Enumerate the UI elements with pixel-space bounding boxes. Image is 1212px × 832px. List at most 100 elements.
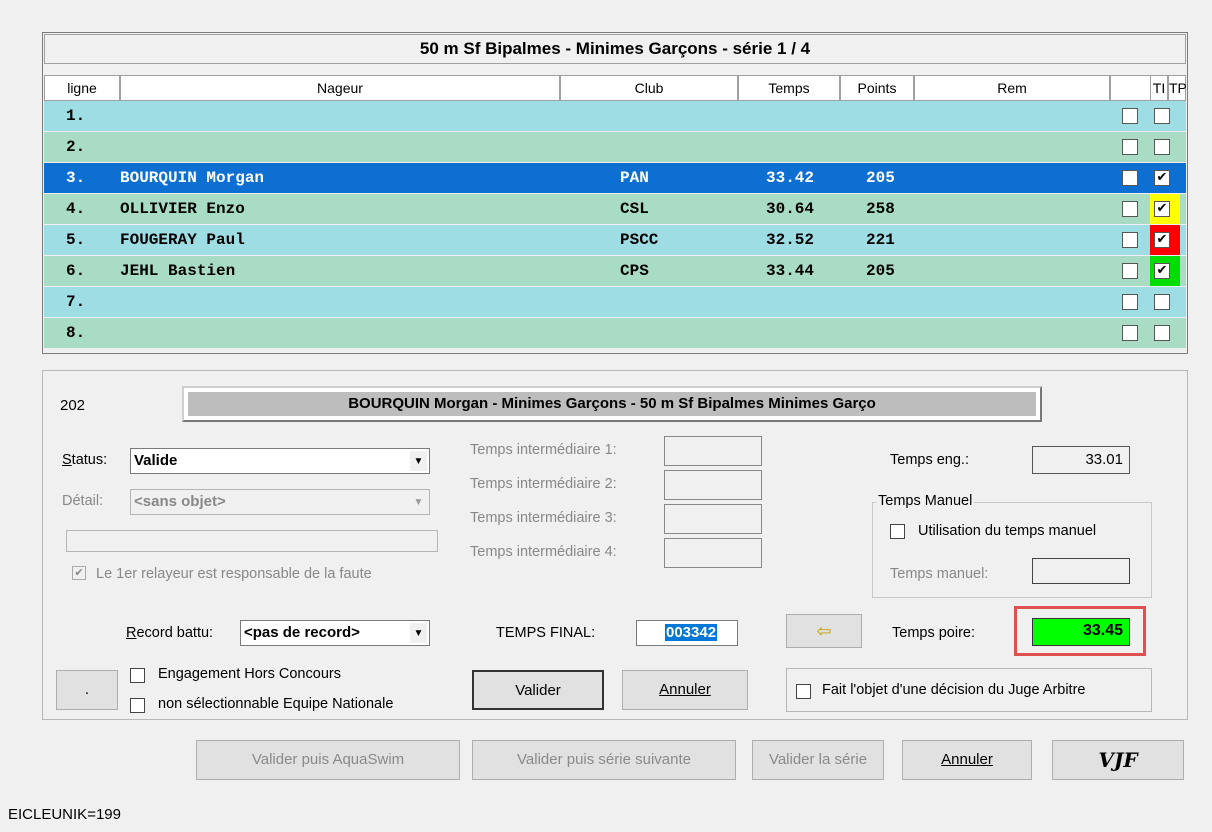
tp-checkbox[interactable] <box>1154 139 1170 155</box>
relayeur-checkbox[interactable]: ✔ <box>72 566 86 580</box>
header-rem[interactable]: Rem <box>914 75 1110 101</box>
table-row[interactable]: 8. <box>44 318 1186 348</box>
ti1-label: Temps intermédiaire 1: <box>470 442 617 458</box>
header-temps[interactable]: Temps <box>738 75 840 101</box>
ti-checkbox-cell[interactable] <box>1122 225 1146 255</box>
cell-temps: 32.52 <box>766 231 815 249</box>
ti-checkbox[interactable] <box>1122 325 1138 341</box>
detail-label: Détail: <box>62 493 104 509</box>
ti-checkbox[interactable] <box>1122 108 1138 124</box>
table-row[interactable]: 5. FOUGERAY Paul PSCC 32.52 221 ✔ <box>44 225 1186 255</box>
temps-final-value: 003342 <box>665 624 718 641</box>
valider-serie-button[interactable]: Valider la série <box>752 740 884 780</box>
detail-select[interactable]: <sans objet> ▼ <box>130 489 430 515</box>
tp-checkbox-cell[interactable] <box>1154 132 1178 162</box>
ti-checkbox-cell[interactable] <box>1122 101 1146 131</box>
tp-checkbox-cell-green[interactable]: ✔ <box>1150 256 1180 286</box>
temps-final-input[interactable]: 003342 <box>636 620 738 646</box>
cell-points: 258 <box>866 200 895 218</box>
chevron-down-icon[interactable]: ▼ <box>410 623 427 643</box>
cell-temps: 33.44 <box>766 262 815 280</box>
logo-button[interactable]: VJF <box>1052 740 1184 780</box>
chevron-down-icon[interactable]: ▼ <box>410 451 427 471</box>
cell-club: CSL <box>620 200 649 218</box>
ti-checkbox-cell[interactable] <box>1122 287 1146 317</box>
non-selectionnable-checkbox[interactable] <box>130 698 145 713</box>
header-club[interactable]: Club <box>560 75 738 101</box>
cell-ligne: 3. <box>66 169 86 187</box>
tp-checkbox[interactable] <box>1154 108 1170 124</box>
valider-button[interactable]: Valider <box>472 670 604 710</box>
tp-checkbox[interactable]: ✔ <box>1154 232 1170 248</box>
utilisation-checkbox[interactable] <box>890 524 905 539</box>
cell-points: 205 <box>866 169 895 187</box>
table-row[interactable]: 2. <box>44 132 1186 162</box>
ti4-field[interactable] <box>664 538 762 568</box>
tp-checkbox-cell[interactable] <box>1154 318 1178 348</box>
table-row[interactable]: 1. <box>44 101 1186 131</box>
ti-checkbox[interactable] <box>1122 139 1138 155</box>
cell-points: 221 <box>866 231 895 249</box>
tp-checkbox[interactable]: ✔ <box>1154 170 1170 186</box>
cell-nageur: FOUGERAY Paul <box>120 231 245 249</box>
ti-checkbox[interactable] <box>1122 232 1138 248</box>
engagement-label: Engagement Hors Concours <box>158 666 341 682</box>
cell-nageur: BOURQUIN Morgan <box>120 169 265 187</box>
header-ti[interactable]: TI <box>1150 75 1168 101</box>
record-select[interactable]: <pas de record> ▼ <box>240 620 430 646</box>
ti-checkbox-cell[interactable] <box>1122 318 1146 348</box>
grid-body: 1. 2. 3. BOURQUIN Morgan PAN 33.42 205 ✔… <box>44 101 1186 352</box>
ti-checkbox[interactable] <box>1122 263 1138 279</box>
header-nageur[interactable]: Nageur <box>120 75 560 101</box>
tp-checkbox-cell[interactable]: ✔ <box>1154 163 1178 193</box>
tp-checkbox-cell[interactable] <box>1154 287 1178 317</box>
juge-checkbox[interactable] <box>796 684 811 699</box>
tp-checkbox-cell[interactable] <box>1154 101 1178 131</box>
valider-aquaswim-button[interactable]: Valider puis AquaSwim <box>196 740 460 780</box>
ti-checkbox[interactable] <box>1122 294 1138 310</box>
detail-id: 202 <box>60 397 86 414</box>
status-select[interactable]: Valide ▼ <box>130 448 430 474</box>
table-row[interactable]: 4. OLLIVIER Enzo CSL 30.64 258 ✔ <box>44 194 1186 224</box>
copy-poire-button[interactable]: ⇦ <box>786 614 862 648</box>
cell-nageur: JEHL Bastien <box>120 262 236 280</box>
engagement-checkbox[interactable] <box>130 668 145 683</box>
tp-checkbox[interactable] <box>1154 325 1170 341</box>
athlete-banner: BOURQUIN Morgan - Minimes Garçons - 50 m… <box>188 392 1036 416</box>
ti-checkbox[interactable] <box>1122 201 1138 217</box>
table-row-selected[interactable]: 3. BOURQUIN Morgan PAN 33.42 205 ✔ <box>44 163 1186 193</box>
footer-annuler-button[interactable]: Annuler <box>902 740 1032 780</box>
tp-checkbox[interactable]: ✔ <box>1154 201 1170 217</box>
ti3-field[interactable] <box>664 504 762 534</box>
ti1-field[interactable] <box>664 436 762 466</box>
header-tp[interactable]: TP <box>1168 75 1187 101</box>
ti2-field[interactable] <box>664 470 762 500</box>
ti-checkbox-cell[interactable] <box>1122 194 1146 224</box>
header-spacer <box>1110 75 1150 101</box>
ti-checkbox-cell[interactable] <box>1122 256 1146 286</box>
cell-temps: 30.64 <box>766 200 815 218</box>
tp-checkbox[interactable]: ✔ <box>1154 263 1170 279</box>
header-points[interactable]: Points <box>840 75 914 101</box>
relayeur-label: Le 1er relayeur est responsable de la fa… <box>96 566 372 582</box>
chevron-down-icon[interactable]: ▼ <box>410 492 427 512</box>
table-row[interactable]: 7. <box>44 287 1186 317</box>
header-ligne[interactable]: ligne <box>44 75 120 101</box>
cell-club: PAN <box>620 169 649 187</box>
status-label: Status: <box>62 452 108 468</box>
temps-manuel-field[interactable] <box>1032 558 1130 584</box>
table-row[interactable]: 6. JEHL Bastien CPS 33.44 205 ✔ <box>44 256 1186 286</box>
valider-serie-suivante-button[interactable]: Valider puis série suivante <box>472 740 736 780</box>
cell-points: 205 <box>866 262 895 280</box>
annuler-button[interactable]: Annuler <box>622 670 748 710</box>
ti-checkbox[interactable] <box>1122 170 1138 186</box>
status-value: Valide <box>134 452 178 469</box>
tp-checkbox[interactable] <box>1154 294 1170 310</box>
ti4-label: Temps intermédiaire 4: <box>470 544 617 560</box>
dot-button[interactable]: . <box>56 670 118 710</box>
ti-checkbox-cell[interactable] <box>1122 163 1146 193</box>
tp-checkbox-cell-red[interactable]: ✔ <box>1150 225 1180 255</box>
tp-checkbox-cell-yellow[interactable]: ✔ <box>1150 194 1180 224</box>
ti-checkbox-cell[interactable] <box>1122 132 1146 162</box>
status-bar: EICLEUNIK=199 <box>0 792 1212 832</box>
